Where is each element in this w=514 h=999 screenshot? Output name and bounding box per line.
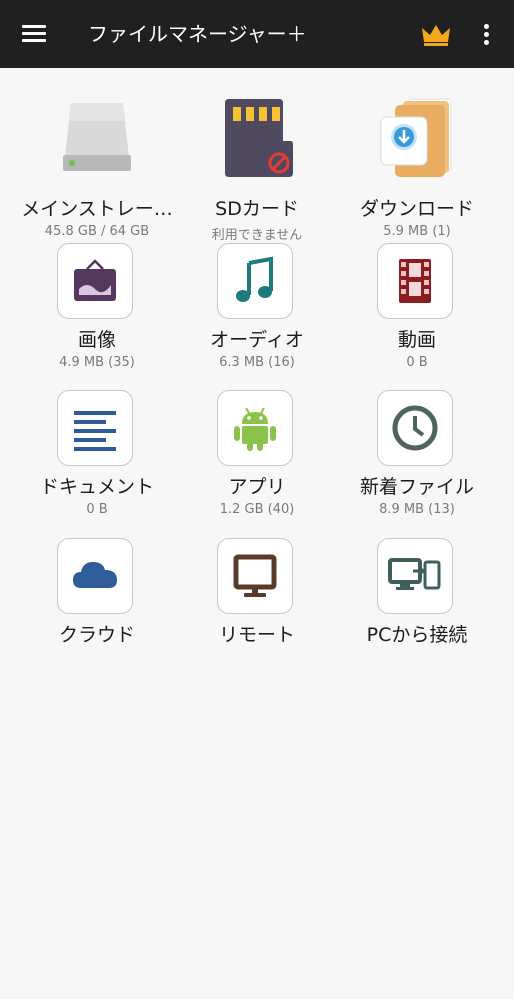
android-icon	[217, 390, 293, 466]
tile-sub: 1.2 GB (40)	[219, 502, 295, 517]
document-icon	[57, 390, 133, 466]
tile-downloads[interactable]: ダウンロード 5.9 MB (1)	[337, 98, 497, 258]
tile-sd-card[interactable]: SDカード 利用できません	[177, 99, 337, 258]
tile-sub: 5.9 MB (1)	[383, 224, 451, 239]
tile-sub: 0 B	[86, 502, 108, 517]
tile-recent-files[interactable]: 新着ファイル 8.9 MB (13)	[337, 390, 497, 530]
tile-label: PCから接続	[366, 624, 468, 646]
menu-icon[interactable]	[14, 14, 54, 54]
tile-apps[interactable]: アプリ 1.2 GB (40)	[177, 390, 337, 530]
tile-documents[interactable]: ドキュメント 0 B	[17, 390, 177, 530]
tile-label: 画像	[77, 329, 116, 351]
tile-sub: 8.9 MB (13)	[379, 502, 455, 517]
clock-icon	[377, 390, 453, 466]
sd-card-icon	[207, 92, 307, 182]
tile-label: SDカード	[215, 198, 299, 220]
crown-icon[interactable]	[416, 16, 456, 52]
tile-sub: 利用できません	[211, 228, 303, 243]
tile-sub: 6.3 MB (16)	[219, 355, 295, 370]
tile-label: 動画	[397, 329, 436, 351]
tile-images[interactable]: 画像 4.9 MB (35)	[17, 243, 177, 383]
film-icon	[377, 243, 453, 319]
tile-remote[interactable]: リモート	[177, 538, 337, 678]
more-vert-icon[interactable]	[470, 16, 504, 52]
music-note-icon	[217, 243, 293, 319]
tile-label: アプリ	[228, 476, 286, 498]
app-bar: ファイルマネージャー＋	[0, 0, 514, 68]
tile-video[interactable]: 動画 0 B	[337, 243, 497, 383]
tile-label: クラウド	[58, 624, 135, 646]
tile-label: リモート	[218, 624, 295, 646]
tile-label: メインストレー…	[21, 198, 173, 220]
image-icon	[57, 243, 133, 319]
tile-sub: 45.8 GB / 64 GB	[44, 224, 150, 239]
cloud-icon	[57, 538, 133, 614]
hard-drive-icon	[47, 92, 147, 182]
tile-sub: 4.9 MB (35)	[59, 355, 135, 370]
tile-audio[interactable]: オーディオ 6.3 MB (16)	[177, 243, 337, 383]
pc-connect-icon	[377, 538, 453, 614]
tile-label: ダウンロード	[359, 198, 474, 220]
app-title: ファイルマネージャー＋	[88, 22, 307, 46]
tile-label: 新着ファイル	[359, 476, 474, 498]
tile-main-storage[interactable]: メインストレー… 45.8 GB / 64 GB	[17, 103, 177, 258]
tile-label: ドキュメント	[39, 476, 154, 498]
tile-label: オーディオ	[210, 329, 304, 351]
tile-pc-connect[interactable]: PCから接続	[337, 538, 497, 678]
tile-cloud[interactable]: クラウド	[17, 538, 177, 678]
tile-sub: 0 B	[406, 355, 428, 370]
monitor-icon	[217, 538, 293, 614]
download-folder-icon	[367, 92, 467, 182]
